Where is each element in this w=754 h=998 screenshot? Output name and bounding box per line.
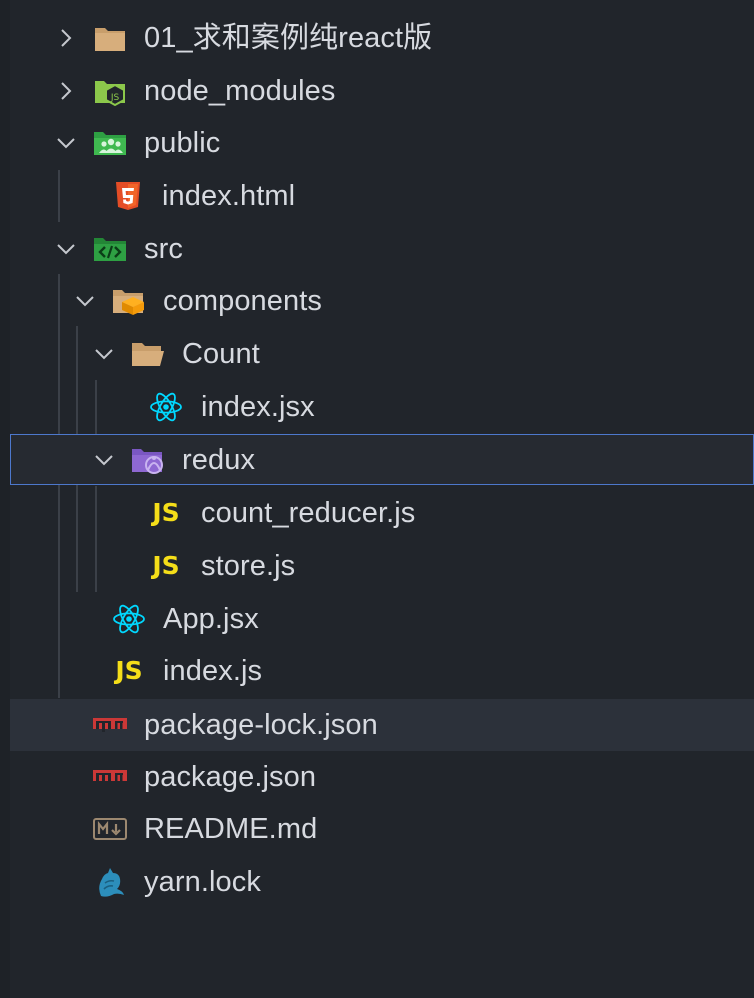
chevron-right-icon[interactable]	[52, 12, 80, 64]
chevron-down-icon[interactable]	[52, 223, 80, 275]
tree-item-label: redux	[182, 444, 256, 476]
components-folder-icon	[111, 284, 147, 318]
tree-item-store-js[interactable]: JS store.js	[10, 540, 754, 592]
tree-item-src[interactable]: src	[10, 223, 754, 275]
tree-item-public[interactable]: public	[10, 117, 754, 169]
file-explorer: 01_求和案例纯react版 JS node_modules public in…	[0, 0, 754, 998]
redux-folder-icon	[130, 443, 166, 477]
tree-item-package-lock-json[interactable]: package-lock.json	[10, 699, 754, 751]
npm-icon	[92, 760, 128, 794]
chevron-right-icon[interactable]	[52, 65, 80, 117]
tree-item-label: public	[144, 127, 221, 159]
tree-item-index-html[interactable]: index.html	[10, 170, 754, 222]
yarn-icon	[92, 865, 128, 899]
src-folder-icon	[92, 232, 128, 266]
explorer-left-edge	[0, 0, 10, 998]
tree-item-components[interactable]: components	[10, 275, 754, 327]
tree-item-label: package-lock.json	[144, 709, 378, 741]
tree-item-folder-01[interactable]: 01_求和案例纯react版	[10, 12, 754, 64]
tree-item-redux[interactable]: redux	[10, 434, 754, 485]
html5-icon	[110, 179, 146, 213]
tree-item-label: components	[163, 285, 322, 317]
tree-item-label: package.json	[144, 761, 317, 793]
tree-item-count-reducer-js[interactable]: JS count_reducer.js	[10, 487, 754, 539]
tree-item-yarn-lock[interactable]: yarn.lock	[10, 856, 754, 908]
tree-item-label: src	[144, 233, 183, 265]
node-folder-icon: JS	[92, 74, 128, 108]
chevron-down-icon[interactable]	[52, 117, 80, 169]
markdown-icon	[92, 812, 128, 846]
tree-item-label: store.js	[201, 550, 296, 582]
chevron-down-icon[interactable]	[90, 434, 118, 486]
tree-item-readme-md[interactable]: README.md	[10, 803, 754, 855]
tree-item-label: 01_求和案例纯react版	[144, 22, 433, 54]
js-icon: JS	[115, 656, 143, 685]
tree-item-label: node_modules	[144, 75, 336, 107]
tree-item-label: Count	[182, 338, 260, 370]
chevron-down-icon[interactable]	[90, 328, 118, 380]
tree-item-label: App.jsx	[163, 603, 259, 635]
svg-text:JS: JS	[110, 93, 120, 103]
folder-icon	[92, 21, 128, 55]
tree-item-label: index.html	[162, 180, 296, 212]
tree-item-index-jsx[interactable]: index.jsx	[10, 381, 754, 433]
js-icon: JS	[152, 551, 180, 580]
folder-open-icon	[130, 337, 166, 371]
public-folder-icon	[92, 126, 128, 160]
tree-item-node-modules[interactable]: JS node_modules	[10, 65, 754, 117]
tree-item-label: index.jsx	[201, 391, 315, 423]
tree-item-label: README.md	[144, 813, 318, 845]
tree-item-index-js[interactable]: JS index.js	[10, 645, 754, 697]
npm-icon	[92, 708, 128, 742]
react-icon	[111, 602, 147, 636]
tree-item-package-json[interactable]: package.json	[10, 751, 754, 803]
chevron-down-icon[interactable]	[71, 275, 99, 327]
js-icon: JS	[152, 498, 180, 527]
tree-item-label: count_reducer.js	[201, 497, 416, 529]
tree-item-label: index.js	[163, 655, 263, 687]
tree-item-label: yarn.lock	[144, 866, 261, 898]
react-icon	[148, 390, 184, 424]
tree-item-count[interactable]: Count	[10, 328, 754, 380]
tree-item-app-jsx[interactable]: App.jsx	[10, 593, 754, 645]
